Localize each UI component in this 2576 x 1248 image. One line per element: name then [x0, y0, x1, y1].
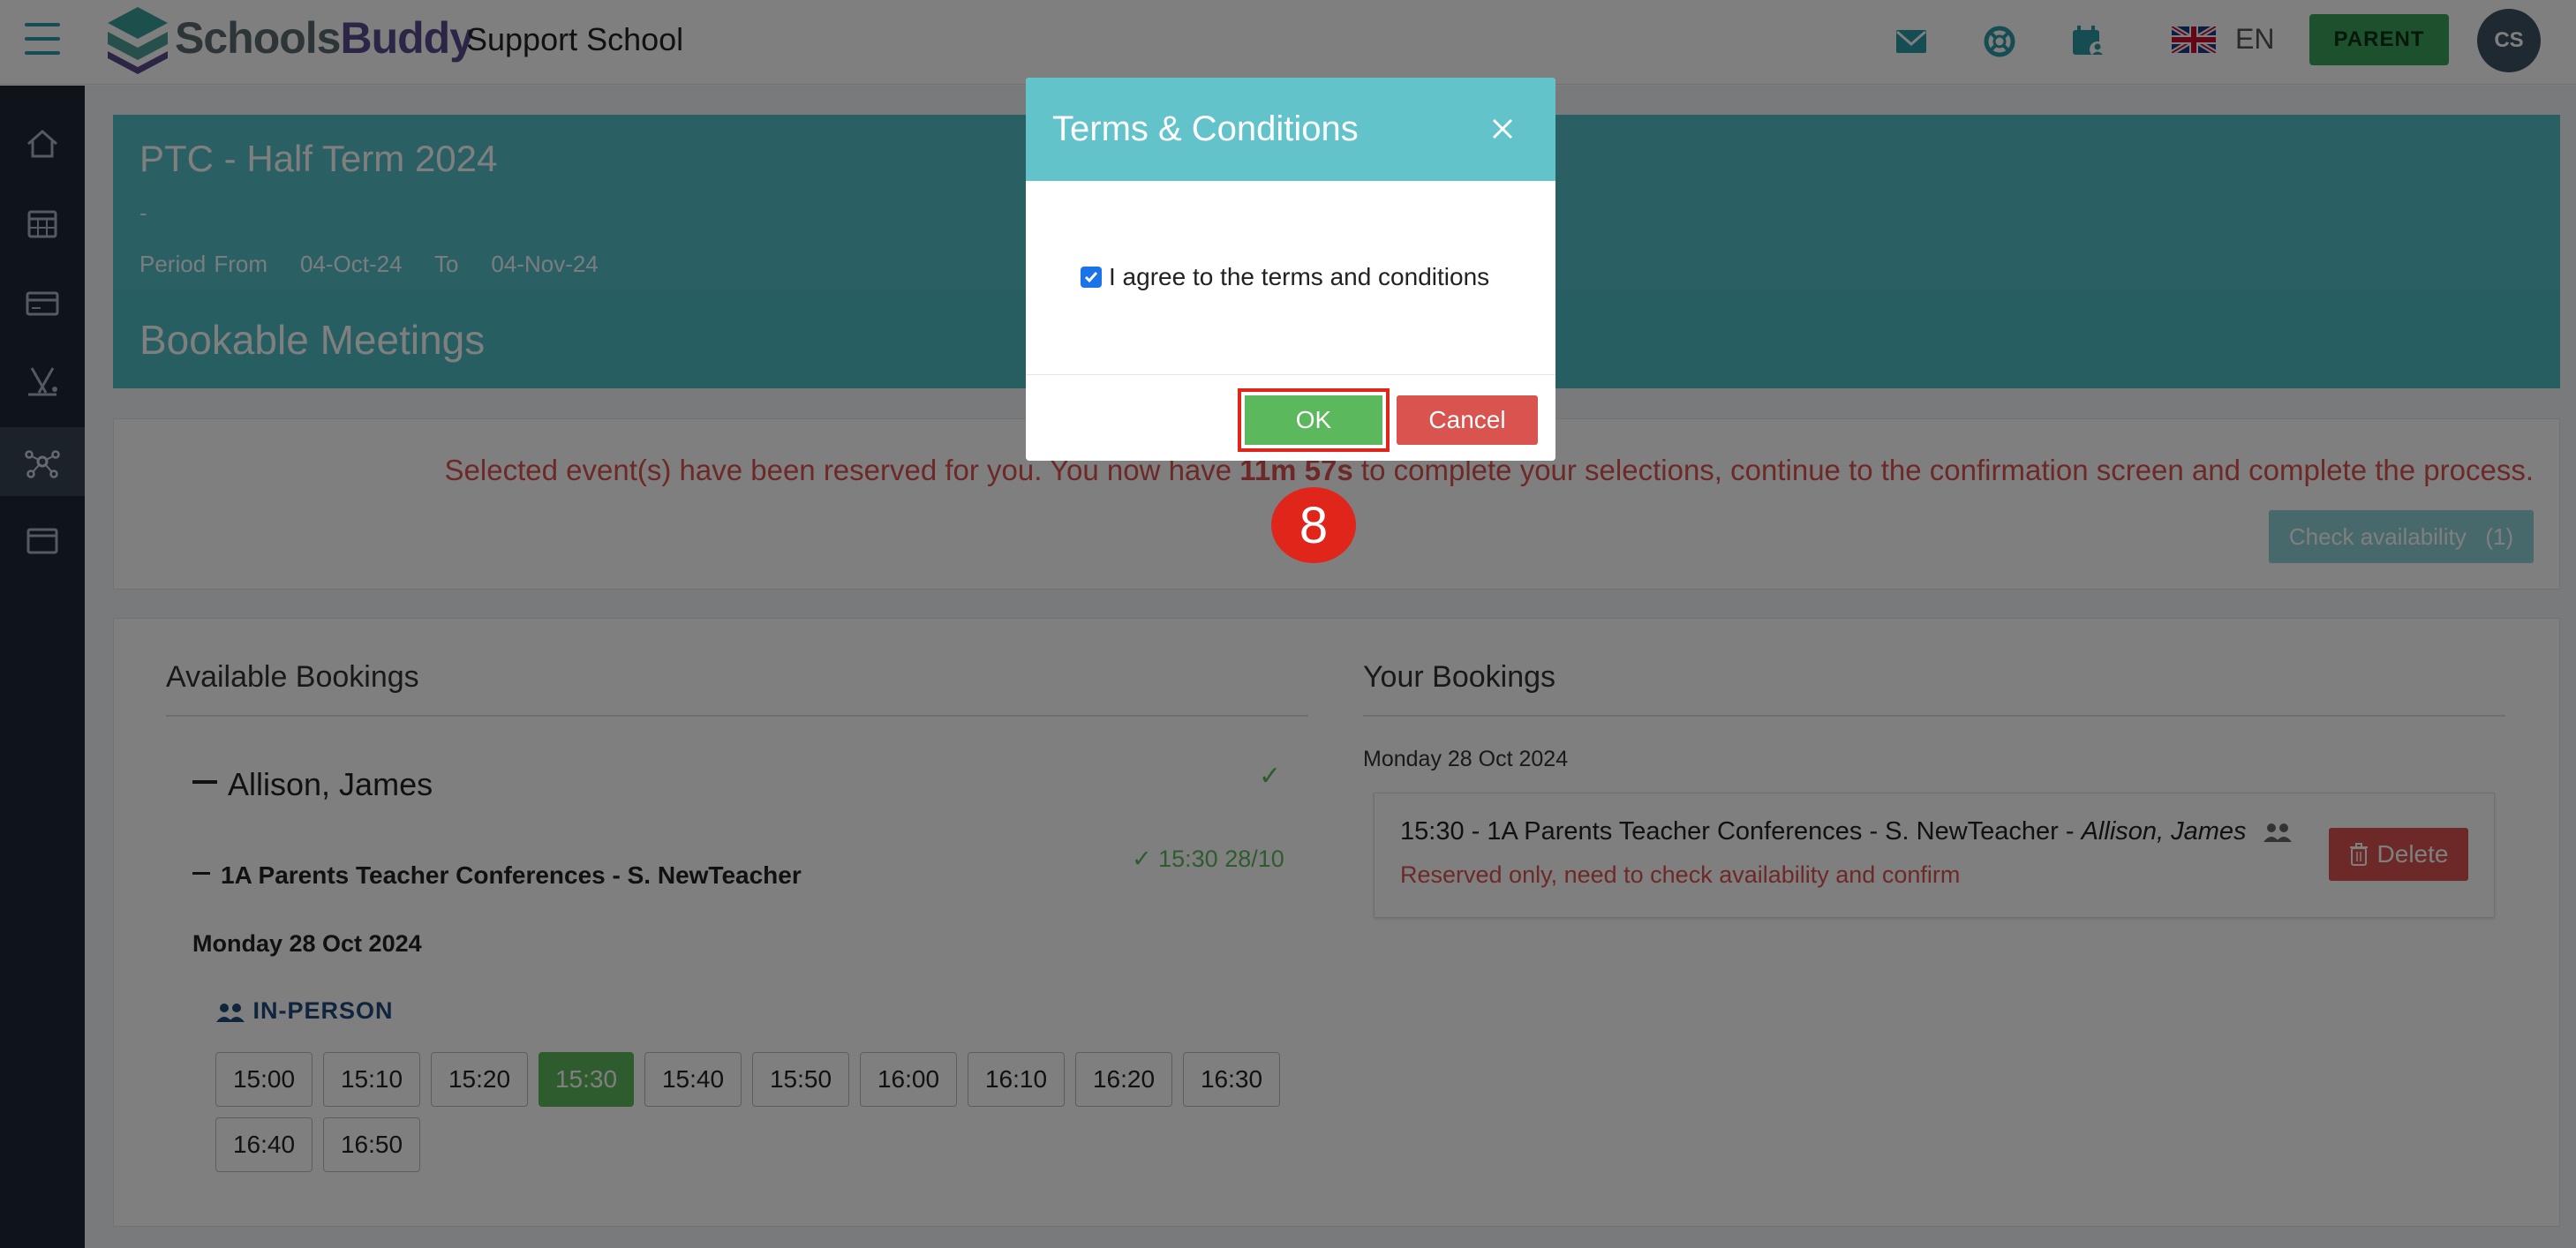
modal-footer-divider — [1026, 374, 1555, 375]
close-icon[interactable] — [1485, 111, 1520, 147]
checkmark-icon — [1084, 272, 1098, 283]
terms-modal: Terms & Conditions I agree to the terms … — [1026, 78, 1555, 461]
agree-label[interactable]: I agree to the terms and conditions — [1109, 263, 1489, 291]
ok-button[interactable]: OK — [1245, 395, 1382, 445]
modal-title: Terms & Conditions — [1052, 109, 1359, 148]
step-number-badge: 8 — [1271, 487, 1356, 563]
agree-checkbox[interactable] — [1081, 267, 1102, 288]
agree-terms-row: I agree to the terms and conditions — [1081, 263, 1489, 291]
cancel-button[interactable]: Cancel — [1397, 395, 1538, 445]
